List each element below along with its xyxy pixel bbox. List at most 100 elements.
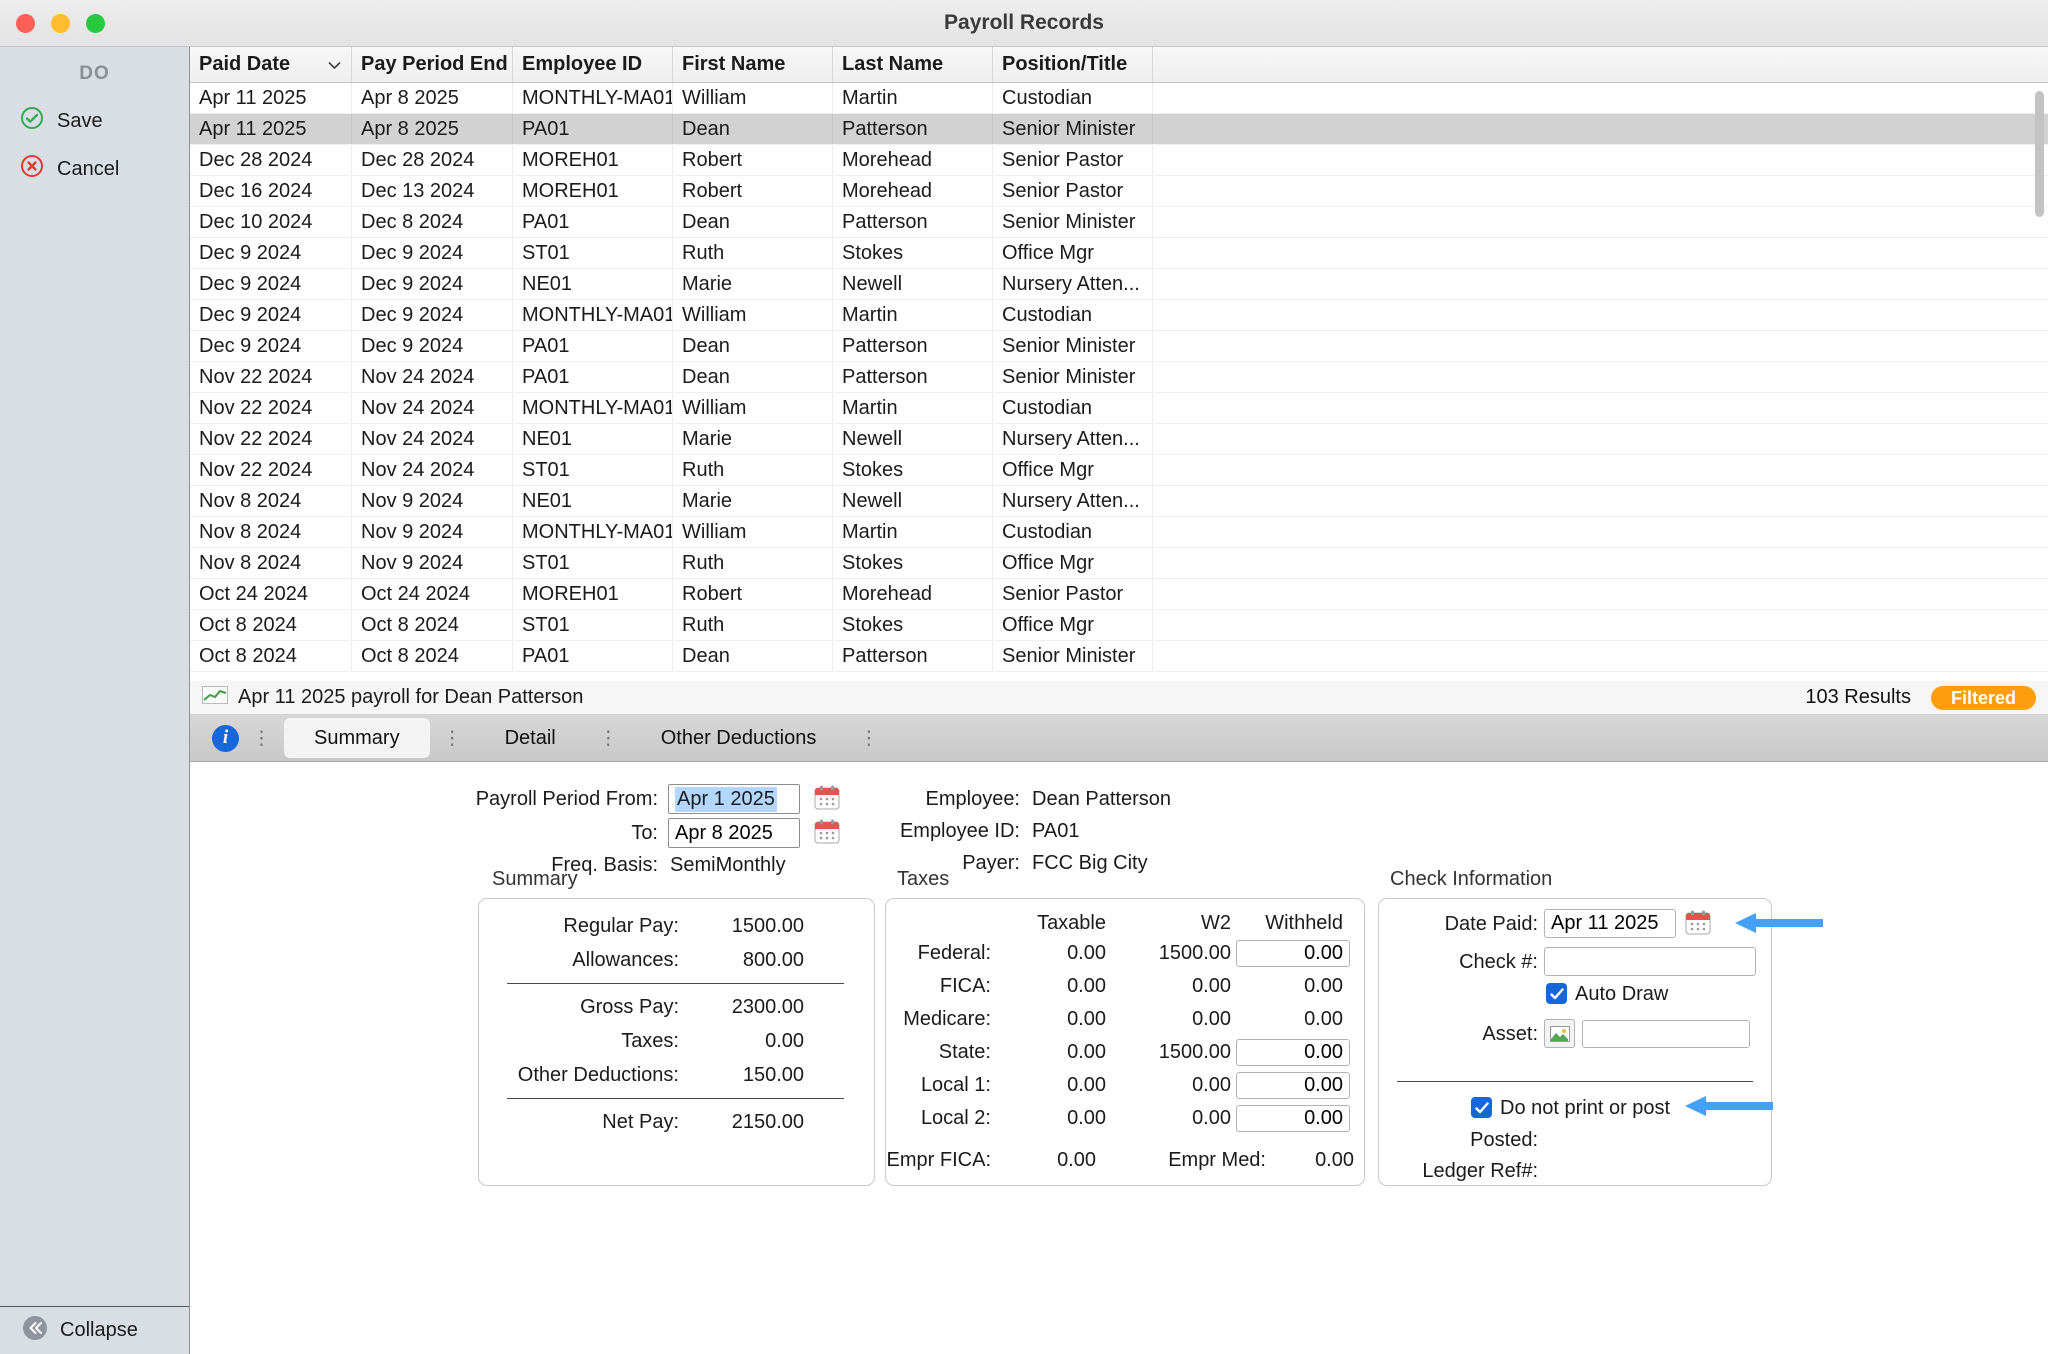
table-cell: MOREH01 bbox=[513, 579, 673, 609]
cancel-button[interactable]: Cancel bbox=[0, 145, 189, 193]
table-cell: Morehead bbox=[833, 145, 993, 175]
table-cell: Nov 8 2024 bbox=[190, 517, 352, 547]
table-cell: Dec 8 2024 bbox=[352, 207, 513, 237]
table-row[interactable]: Dec 10 2024Dec 8 2024PA01DeanPattersonSe… bbox=[190, 207, 2048, 238]
table-cell: Senior Minister bbox=[993, 362, 1153, 392]
traffic-lights bbox=[16, 0, 105, 46]
payroll-record-icon bbox=[202, 686, 228, 710]
summary-panel: Regular Pay:1500.00Allowances:800.00Gros… bbox=[478, 898, 875, 1186]
sort-chevron-icon bbox=[328, 61, 341, 69]
tab-menu-icon[interactable]: ⋮ bbox=[252, 727, 271, 750]
tax-withheld-input[interactable] bbox=[1236, 1039, 1350, 1066]
table-row[interactable]: Dec 9 2024Dec 9 2024PA01DeanPattersonSen… bbox=[190, 331, 2048, 362]
do-not-print-checkbox[interactable] bbox=[1471, 1097, 1492, 1118]
table-cell: Apr 8 2025 bbox=[352, 83, 513, 113]
save-button[interactable]: Save bbox=[0, 97, 189, 145]
date-paid-calendar-icon[interactable] bbox=[1683, 909, 1712, 938]
table-cell: Marie bbox=[673, 486, 833, 516]
info-icon[interactable]: i bbox=[212, 725, 239, 752]
table-cell: Dean bbox=[673, 114, 833, 144]
table-row[interactable]: Dec 9 2024Dec 9 2024ST01RuthStokesOffice… bbox=[190, 238, 2048, 269]
tab-menu-icon[interactable]: ⋮ bbox=[443, 727, 462, 750]
column-header-pay-period-end[interactable]: Pay Period End bbox=[352, 47, 513, 82]
auto-draw-checkbox[interactable] bbox=[1546, 983, 1567, 1004]
tax-withheld-cell bbox=[1231, 1039, 1356, 1066]
column-header-position-title[interactable]: Position/Title bbox=[993, 47, 1153, 82]
table-cell-filler bbox=[1153, 579, 2048, 609]
table-row[interactable]: Nov 22 2024Nov 24 2024PA01DeanPattersonS… bbox=[190, 362, 2048, 393]
table-row[interactable]: Dec 9 2024Dec 9 2024NE01MarieNewellNurse… bbox=[190, 269, 2048, 300]
tab-menu-icon[interactable]: ⋮ bbox=[599, 727, 618, 750]
save-button-label: Save bbox=[57, 110, 103, 133]
table-cell-filler bbox=[1153, 424, 2048, 454]
table-cell: Martin bbox=[833, 393, 993, 423]
column-header-last-name[interactable]: Last Name bbox=[833, 47, 993, 82]
table-row[interactable]: Apr 11 2025Apr 8 2025MONTHLY-MA01William… bbox=[190, 83, 2048, 114]
date-paid-input[interactable] bbox=[1544, 909, 1676, 938]
table-row[interactable]: Nov 8 2024Nov 9 2024MONTHLY-MA01WilliamM… bbox=[190, 517, 2048, 548]
table-row[interactable]: Apr 11 2025Apr 8 2025PA01DeanPattersonSe… bbox=[190, 114, 2048, 145]
table-row[interactable]: Oct 24 2024Oct 24 2024MOREH01RobertMoreh… bbox=[190, 579, 2048, 610]
tab-menu-icon[interactable]: ⋮ bbox=[859, 727, 878, 750]
table-header-filler bbox=[1153, 47, 2048, 82]
table-scrollbar-thumb[interactable] bbox=[2035, 91, 2044, 217]
tab-other-deductions[interactable]: Other Deductions bbox=[631, 718, 847, 758]
table-cell: William bbox=[673, 83, 833, 113]
table-body: Apr 11 2025Apr 8 2025MONTHLY-MA01William… bbox=[190, 83, 2048, 681]
table-cell: MONTHLY-MA01 bbox=[513, 83, 673, 113]
table-row[interactable]: Nov 22 2024Nov 24 2024MONTHLY-MA01Willia… bbox=[190, 393, 2048, 424]
table-cell: Nov 22 2024 bbox=[190, 424, 352, 454]
table-cell: Robert bbox=[673, 579, 833, 609]
filtered-badge[interactable]: Filtered bbox=[1931, 686, 2036, 710]
tab-summary[interactable]: Summary bbox=[284, 718, 430, 758]
tax-withheld-input[interactable] bbox=[1236, 940, 1350, 967]
tax-withheld-input[interactable] bbox=[1236, 1072, 1350, 1099]
table-cell: MONTHLY-MA01 bbox=[513, 300, 673, 330]
column-header-employee-id[interactable]: Employee ID bbox=[513, 47, 673, 82]
table-row[interactable]: Oct 8 2024Oct 8 2024ST01RuthStokesOffice… bbox=[190, 610, 2048, 641]
table-cell: Nov 9 2024 bbox=[352, 517, 513, 547]
summary-row-net-pay: Net Pay:2150.00 bbox=[479, 1105, 874, 1139]
table-cell: PA01 bbox=[513, 641, 673, 671]
table-cell: Senior Pastor bbox=[993, 145, 1153, 175]
asset-lookup-icon[interactable] bbox=[1544, 1019, 1575, 1048]
summary-value: 2150.00 bbox=[679, 1111, 804, 1134]
summary-label: Net Pay: bbox=[479, 1111, 679, 1134]
tax-withheld-cell bbox=[1231, 940, 1356, 967]
check-information-section-title: Check Information bbox=[1390, 868, 1552, 891]
tax-row-medicare: Medicare:0.000.000.00 bbox=[886, 1003, 1364, 1036]
column-header-label: Pay Period End bbox=[361, 53, 508, 76]
tab-detail[interactable]: Detail bbox=[475, 718, 586, 758]
close-button[interactable] bbox=[16, 14, 35, 33]
zoom-button[interactable] bbox=[86, 14, 105, 33]
table-cell: William bbox=[673, 300, 833, 330]
table-cell: William bbox=[673, 517, 833, 547]
table-row[interactable]: Dec 9 2024Dec 9 2024MONTHLY-MA01WilliamM… bbox=[190, 300, 2048, 331]
posted-label: Posted: bbox=[1388, 1129, 1538, 1152]
minimize-button[interactable] bbox=[51, 14, 70, 33]
column-header-paid-date[interactable]: Paid Date bbox=[190, 47, 352, 82]
table-cell: Nov 8 2024 bbox=[190, 548, 352, 578]
table-row[interactable]: Nov 8 2024Nov 9 2024NE01MarieNewellNurse… bbox=[190, 486, 2048, 517]
table-row[interactable]: Oct 8 2024Oct 8 2024PA01DeanPattersonSen… bbox=[190, 641, 2048, 672]
column-header-first-name[interactable]: First Name bbox=[673, 47, 833, 82]
table-row[interactable]: Nov 22 2024Nov 24 2024NE01MarieNewellNur… bbox=[190, 424, 2048, 455]
table-cell: Patterson bbox=[833, 331, 993, 361]
asset-input[interactable] bbox=[1582, 1020, 1750, 1048]
taxes-panel: Taxable W2 Withheld Federal:0.001500.00F… bbox=[885, 898, 1365, 1186]
check-number-input[interactable] bbox=[1544, 947, 1756, 976]
table-cell: Patterson bbox=[833, 641, 993, 671]
tax-withheld-input[interactable] bbox=[1236, 1105, 1350, 1132]
table-cell: PA01 bbox=[513, 207, 673, 237]
table-cell: Nov 22 2024 bbox=[190, 455, 352, 485]
table-row[interactable]: Dec 16 2024Dec 13 2024MOREH01RobertMoreh… bbox=[190, 176, 2048, 207]
table-cell: Dec 28 2024 bbox=[190, 145, 352, 175]
summary-value: 0.00 bbox=[679, 1030, 804, 1053]
collapse-button[interactable]: Collapse bbox=[0, 1306, 189, 1354]
table-cell: Marie bbox=[673, 424, 833, 454]
table-row[interactable]: Nov 8 2024Nov 9 2024ST01RuthStokesOffice… bbox=[190, 548, 2048, 579]
table-row[interactable]: Nov 22 2024Nov 24 2024ST01RuthStokesOffi… bbox=[190, 455, 2048, 486]
table-cell: Nursery Atten... bbox=[993, 424, 1153, 454]
table-row[interactable]: Dec 28 2024Dec 28 2024MOREH01RobertMoreh… bbox=[190, 145, 2048, 176]
table-cell: PA01 bbox=[513, 362, 673, 392]
